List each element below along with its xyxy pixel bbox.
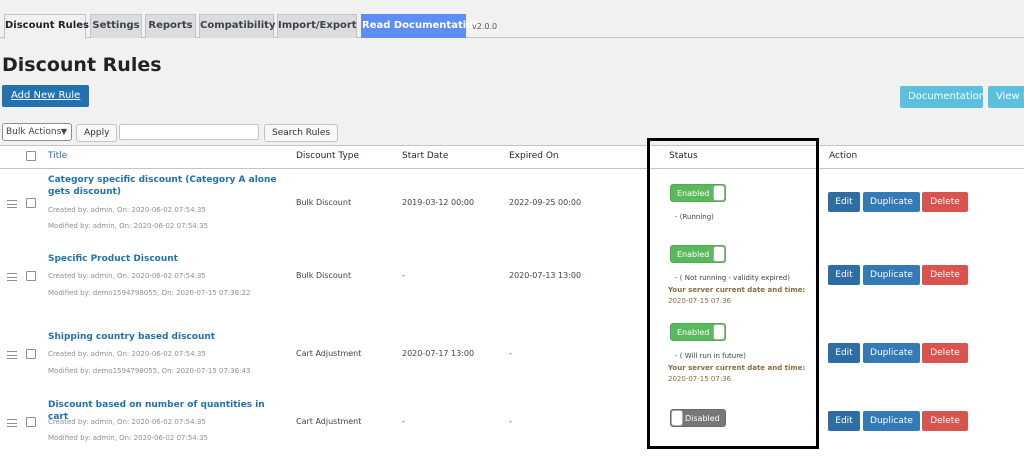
discount-type: Bulk Discount [296, 198, 352, 207]
rule-modified: Modified by: demo1594798055, On: 2020-07… [48, 367, 251, 375]
rule-modified: Modified by: demo1594798055, On: 2020-07… [48, 289, 251, 297]
rule-title-link[interactable]: Specific Product Discount [48, 253, 283, 265]
drag-handle-icon[interactable] [7, 351, 17, 359]
row-checkbox[interactable] [26, 271, 36, 281]
column-title[interactable]: Title [48, 151, 67, 161]
status-toggle[interactable]: Enabled [670, 184, 726, 202]
rule-created: Created by: admin, On: 2020-06-02 07:54:… [48, 272, 206, 280]
start-date: 2020-07-17 13:00 [402, 349, 475, 358]
drag-handle-icon[interactable] [7, 419, 17, 427]
search-input[interactable] [119, 124, 259, 140]
discount-type: Cart Adjustment [296, 417, 362, 426]
discount-type: Cart Adjustment [296, 349, 362, 358]
rules-table: Title Discount Type Start Date Expired O… [0, 145, 1024, 457]
rule-created: Created by: admin, On: 2020-06-02 07:54:… [48, 350, 206, 358]
nav-tabs: Discount Rules Settings Reports Compatib… [0, 14, 1024, 39]
toggle-knob [713, 246, 725, 262]
apply-button[interactable]: Apply [76, 124, 118, 142]
server-time-value: 2020-07-15 07:36 [668, 375, 732, 383]
duplicate-button[interactable]: Duplicate [863, 192, 920, 212]
duplicate-button[interactable]: Duplicate [863, 343, 920, 363]
toggle-knob [713, 185, 725, 201]
column-action: Action [829, 151, 858, 161]
server-time-value: 2020-07-15 07:36 [668, 297, 732, 305]
toggle-label: Disabled [685, 414, 720, 423]
toggle-knob [671, 410, 683, 426]
rule-modified: Modified by: admin, On: 2020-06-02 07:54… [48, 434, 209, 442]
column-expired-on: Expired On [509, 151, 559, 161]
toggle-label: Enabled [677, 189, 710, 198]
status-toggle[interactable]: Enabled [670, 245, 726, 263]
status-toggle[interactable]: Disabled [670, 409, 726, 427]
status-text: - ( Will run in future) [675, 352, 746, 360]
header-divider [0, 168, 1024, 169]
status-toggle[interactable]: Enabled [670, 323, 726, 341]
status-text: - ( Not running - validity expired) [675, 274, 790, 282]
server-time-label: Your server current date and time: [668, 286, 806, 294]
row-checkbox[interactable] [26, 198, 36, 208]
tab-settings[interactable]: Settings [90, 14, 142, 38]
rule-created: Created by: admin, On: 2020-06-02 07:54:… [48, 206, 206, 214]
tab-reports[interactable]: Reports [145, 14, 196, 38]
duplicate-button[interactable]: Duplicate [863, 411, 920, 431]
rule-title-link[interactable]: Shipping country based discount [48, 331, 283, 343]
bulk-actions-value: Bulk Actions [6, 127, 62, 137]
expired-on: - [509, 417, 512, 426]
documentation-button[interactable]: Documentation [900, 86, 983, 108]
rule-title-link[interactable]: Category specific discount (Category A a… [48, 174, 283, 198]
expired-on: 2022-09-25 00:00 [509, 198, 582, 207]
view-button[interactable]: View E [988, 86, 1024, 108]
discount-type: Bulk Discount [296, 271, 352, 280]
select-all-checkbox[interactable] [26, 151, 36, 161]
delete-button[interactable]: Delete [922, 411, 968, 431]
edit-button[interactable]: Edit [828, 411, 860, 431]
delete-button[interactable]: Delete [922, 265, 968, 285]
row-checkbox[interactable] [26, 417, 36, 427]
delete-button[interactable]: Delete [922, 343, 968, 363]
edit-button[interactable]: Edit [828, 192, 860, 212]
column-discount-type: Discount Type [296, 151, 360, 161]
status-text: - (Running) [675, 213, 714, 221]
bulk-actions-select[interactable]: Bulk Actions ▼ [2, 123, 72, 141]
rule-created: Created by: admin, On: 2020-06-02 07:54:… [48, 418, 206, 426]
add-new-rule-button[interactable]: Add New Rule [2, 85, 90, 107]
delete-button[interactable]: Delete [922, 192, 968, 212]
read-documentation-button[interactable]: Read Documentation [361, 14, 480, 38]
expired-on: - [509, 349, 512, 358]
duplicate-button[interactable]: Duplicate [863, 265, 920, 285]
tab-compatibility[interactable]: Compatibility [199, 14, 275, 38]
search-rules-button[interactable]: Search Rules [264, 124, 339, 142]
start-date: 2019-03-12 00:00 [402, 198, 475, 207]
version-label: v2.0.0 [472, 22, 498, 31]
toggle-label: Enabled [677, 250, 710, 259]
drag-handle-icon[interactable] [7, 200, 17, 208]
toggle-knob [713, 324, 725, 340]
start-date: - [402, 271, 405, 280]
column-start-date: Start Date [402, 151, 449, 161]
expired-on: 2020-07-13 13:00 [509, 271, 582, 280]
chevron-down-icon: ▼ [60, 127, 67, 136]
page-title: Discount Rules [2, 54, 162, 76]
column-status: Status [669, 151, 698, 161]
tab-discount-rules[interactable]: Discount Rules [4, 14, 89, 39]
rule-modified: Modified by: admin, On: 2020-06-02 07:54… [48, 222, 209, 230]
start-date: - [402, 417, 405, 426]
toggle-label: Enabled [677, 328, 710, 337]
edit-button[interactable]: Edit [828, 265, 860, 285]
tab-import-export[interactable]: Import/Export [277, 14, 357, 38]
edit-button[interactable]: Edit [828, 343, 860, 363]
row-checkbox[interactable] [26, 349, 36, 359]
server-time-label: Your server current date and time: [668, 364, 806, 372]
drag-handle-icon[interactable] [7, 273, 17, 281]
